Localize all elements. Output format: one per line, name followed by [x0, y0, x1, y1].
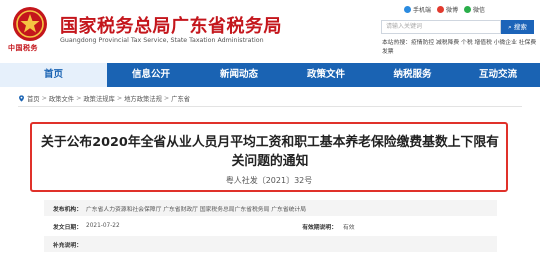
meta-row-date: 发文日期： 2021-07-22 有效期说明： 有效	[44, 218, 497, 234]
quick-links: 手机端 微博 微信	[404, 5, 485, 14]
main-nav: 首页 信息公开 新闻动态 政策文件 纳税服务 互动交流	[0, 63, 540, 87]
quick-link-label: 微信	[473, 7, 486, 14]
document-number: 粤人社发〔2021〕32号	[225, 176, 313, 185]
validity-label: 有效期说明：	[302, 224, 337, 231]
nav-item-home[interactable]: 首页	[0, 63, 107, 87]
site-header: 中国税务 国家税务总局广东省税务局 Guangdong Provincial T…	[0, 0, 540, 63]
quick-link-weibo[interactable]: 微博	[437, 5, 458, 14]
weibo-icon	[437, 6, 445, 13]
validity-value: 有效	[343, 224, 355, 231]
search-input[interactable]: 请输入关键词	[381, 20, 501, 34]
supplement-label: 补充说明：	[53, 242, 82, 249]
wechat-icon	[464, 6, 472, 13]
nav-item-info-disclosure[interactable]: 信息公开	[107, 63, 195, 87]
date-label: 发文日期：	[53, 224, 82, 231]
breadcrumb-local-policy[interactable]: 地方政策法规	[124, 94, 162, 103]
breadcrumb-policy-library[interactable]: 政策法规库	[83, 94, 114, 103]
meta-row-issuer: 发布机构： 广东省人力资源和社会保障厅 广东省财政厅 国家税务总局广东省税务局 …	[44, 200, 497, 216]
search-icon: ⌕	[508, 23, 512, 31]
tax-emblem-icon[interactable]	[12, 6, 48, 42]
breadcrumb-divider	[18, 106, 522, 107]
issuer-value: 广东省人力资源和社会保障厅 广东省财政厅 国家税务总局广东省税务局 广东省统计局	[86, 206, 307, 213]
breadcrumb-home[interactable]: 首页	[27, 94, 40, 103]
site-title[interactable]: 国家税务总局广东省税务局	[60, 12, 282, 38]
meta-row-supplement: 补充说明：	[44, 236, 497, 252]
breadcrumb-separator: >	[163, 95, 170, 102]
breadcrumb-policy[interactable]: 政策文件	[49, 94, 74, 103]
nav-item-policy[interactable]: 政策文件	[283, 63, 369, 87]
nav-item-news[interactable]: 新闻动态	[195, 63, 283, 87]
breadcrumb: 首页 > 政策文件 > 政策法规库 > 地方政策法规 > 广东省	[18, 94, 190, 103]
location-pin-icon	[19, 95, 24, 102]
article-title: 关于公布2020年全省从业人员月平均工资和职工基本养老保险缴费基数上下限有关问题…	[41, 135, 499, 169]
date-value: 2021-07-22	[86, 223, 120, 229]
breadcrumb-separator: >	[41, 95, 47, 102]
quick-link-label: 微博	[446, 7, 459, 14]
search-button[interactable]: ⌕ 搜索	[501, 20, 534, 34]
mobile-icon	[404, 6, 411, 13]
site-subtitle: Guangdong Provincial Tax Service, State …	[60, 37, 264, 44]
breadcrumb-separator: >	[76, 95, 82, 102]
quick-link-mobile[interactable]: 手机端	[404, 5, 431, 14]
breadcrumb-guangdong[interactable]: 广东省	[171, 94, 190, 103]
nav-item-interaction[interactable]: 互动交流	[456, 63, 540, 87]
article-meta-table: 发布机构： 广东省人力资源和社会保障厅 广东省财政厅 国家税务总局广东省税务局 …	[44, 200, 497, 254]
breadcrumb-separator: >	[116, 95, 123, 102]
search-button-label: 搜索	[513, 23, 527, 31]
nav-item-tax-service[interactable]: 纳税服务	[369, 63, 456, 87]
emblem-caption: 中国税务	[8, 44, 38, 52]
quick-link-wechat[interactable]: 微信	[464, 5, 485, 14]
hot-search-links[interactable]: 本站热搜：疫情防控 减税降费 个税 增值税 小微企业 社保费 发票	[382, 39, 538, 57]
quick-link-label: 手机端	[413, 7, 432, 14]
issuer-label: 发布机构：	[53, 206, 82, 213]
